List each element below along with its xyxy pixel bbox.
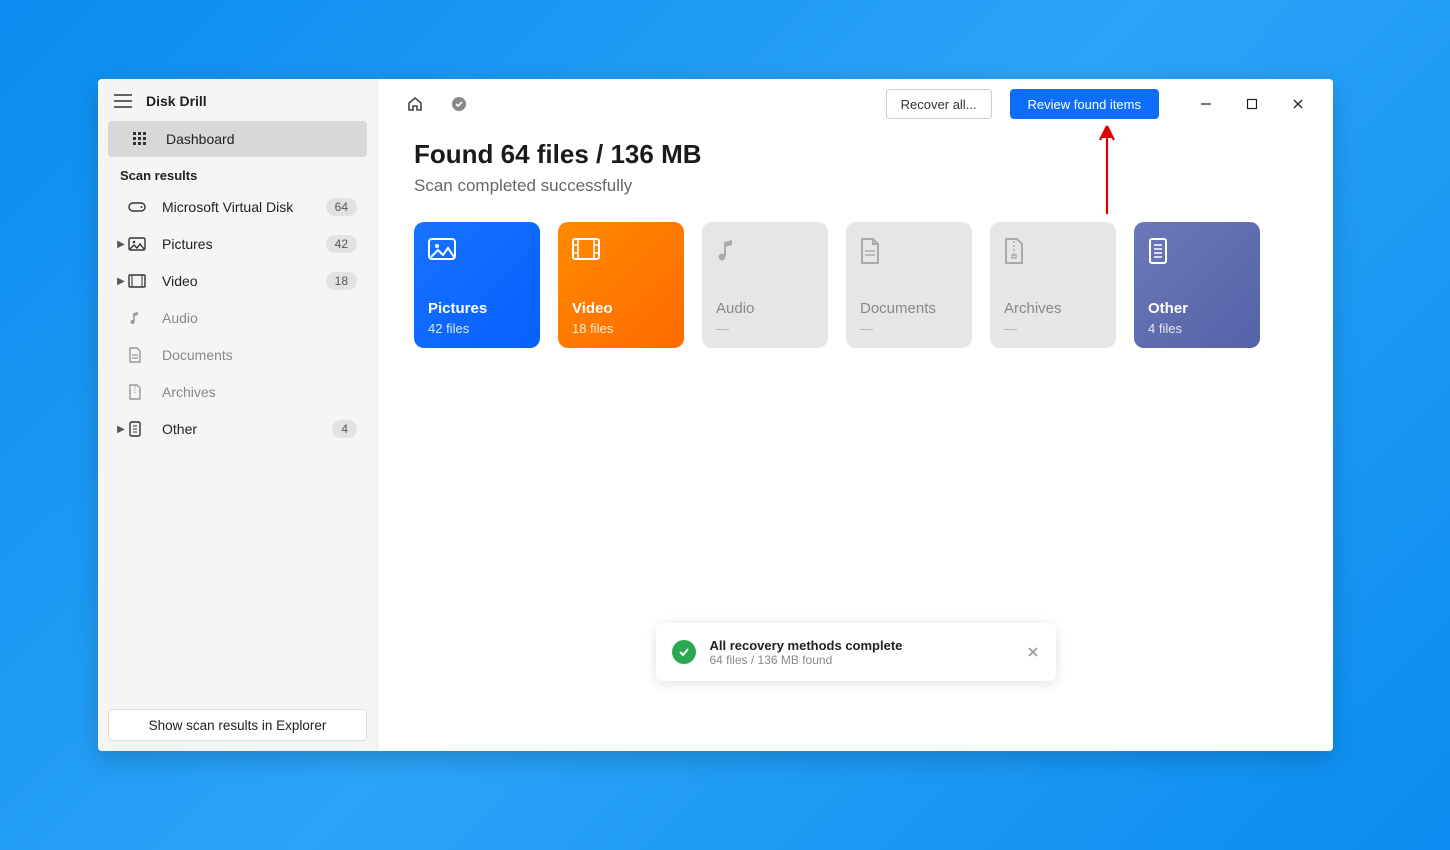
nav-archives[interactable]: Archives (108, 374, 367, 410)
home-icon[interactable] (402, 91, 428, 117)
card-count: — (860, 321, 958, 336)
subline: Scan completed successfully (414, 176, 1297, 196)
document-icon (128, 347, 162, 363)
section-header: Scan results (108, 158, 367, 189)
chevron-right-icon: ▶ (114, 239, 128, 250)
nav-documents[interactable]: Documents (108, 337, 367, 373)
image-icon (428, 238, 526, 268)
main-pane: Recover all... Review found items Found … (378, 79, 1333, 751)
card-other[interactable]: Other 4 files (1134, 222, 1260, 348)
count-badge: 4 (332, 420, 357, 438)
document-icon (860, 238, 958, 268)
app-window: Disk Drill Dashboard Scan results Micros… (98, 79, 1333, 751)
toast: All recovery methods complete 64 files /… (656, 623, 1056, 681)
card-title: Archives (1004, 300, 1102, 317)
nav-disk[interactable]: Microsoft Virtual Disk 64 (108, 189, 367, 225)
card-title: Video (572, 300, 670, 317)
recover-all-button[interactable]: Recover all... (886, 89, 992, 119)
music-icon (716, 238, 814, 268)
show-in-explorer-button[interactable]: Show scan results in Explorer (108, 709, 367, 741)
card-count: 4 files (1148, 321, 1246, 336)
nav-label: Archives (162, 384, 357, 400)
chevron-right-icon: ▶ (114, 424, 128, 435)
toast-subtitle: 64 files / 136 MB found (710, 653, 903, 667)
minimize-icon[interactable] (1183, 89, 1229, 119)
cards-row: Pictures 42 files Video 18 files Audio — (414, 222, 1297, 348)
review-found-items-button[interactable]: Review found items (1010, 89, 1159, 119)
sidebar-header: Disk Drill (98, 79, 377, 121)
chevron-right-icon: ▶ (114, 276, 128, 287)
card-documents[interactable]: Documents — (846, 222, 972, 348)
other-icon (1148, 238, 1246, 268)
sidebar-footer: Show scan results in Explorer (98, 699, 377, 751)
card-title: Documents (860, 300, 958, 317)
nav-pictures[interactable]: ▶ Pictures 42 (108, 226, 367, 262)
count-badge: 18 (326, 272, 357, 290)
count-badge: 42 (326, 235, 357, 253)
count-badge: 64 (326, 198, 357, 216)
toolbar: Recover all... Review found items (378, 79, 1333, 129)
nav-label: Other (162, 421, 332, 437)
film-icon (128, 274, 162, 288)
nav-other[interactable]: ▶ Other 4 (108, 411, 367, 447)
grid-icon (132, 131, 166, 147)
card-title: Audio (716, 300, 814, 317)
nav-video[interactable]: ▶ Video 18 (108, 263, 367, 299)
nav-label: Microsoft Virtual Disk (162, 199, 326, 215)
nav-label: Documents (162, 347, 357, 363)
sidebar: Disk Drill Dashboard Scan results Micros… (98, 79, 378, 751)
music-icon (128, 310, 162, 326)
film-icon (572, 238, 670, 268)
app-title: Disk Drill (146, 93, 207, 109)
card-count: — (716, 321, 814, 336)
card-count: 42 files (428, 321, 526, 336)
check-badge-icon (446, 91, 472, 117)
nav-dashboard[interactable]: Dashboard (108, 121, 367, 157)
nav-label: Audio (162, 310, 357, 326)
archive-icon (128, 384, 162, 400)
nav-label: Dashboard (166, 131, 357, 147)
nav-label: Pictures (162, 236, 326, 252)
maximize-icon[interactable] (1229, 89, 1275, 119)
window-controls (1183, 89, 1321, 119)
card-audio[interactable]: Audio — (702, 222, 828, 348)
card-pictures[interactable]: Pictures 42 files (414, 222, 540, 348)
toast-title: All recovery methods complete (710, 638, 903, 653)
nav-audio[interactable]: Audio (108, 300, 367, 336)
headline: Found 64 files / 136 MB (414, 139, 1297, 170)
image-icon (128, 237, 162, 251)
toast-text: All recovery methods complete 64 files /… (710, 638, 903, 667)
drive-icon (128, 200, 162, 214)
card-title: Other (1148, 300, 1246, 317)
nav-sub: Microsoft Virtual Disk 64 ▶ Pictures 42 … (108, 189, 367, 447)
success-icon (672, 640, 696, 664)
card-video[interactable]: Video 18 files (558, 222, 684, 348)
card-title: Pictures (428, 300, 526, 317)
close-icon[interactable] (1026, 645, 1040, 659)
card-count: 18 files (572, 321, 670, 336)
hamburger-icon[interactable] (114, 94, 132, 108)
content: Found 64 files / 136 MB Scan completed s… (378, 129, 1333, 368)
sidebar-list: Dashboard Scan results Microsoft Virtual… (98, 121, 377, 699)
close-icon[interactable] (1275, 89, 1321, 119)
nav-label: Video (162, 273, 326, 289)
archive-icon (1004, 238, 1102, 268)
card-count: — (1004, 321, 1102, 336)
card-archives[interactable]: Archives — (990, 222, 1116, 348)
other-icon (128, 421, 162, 437)
